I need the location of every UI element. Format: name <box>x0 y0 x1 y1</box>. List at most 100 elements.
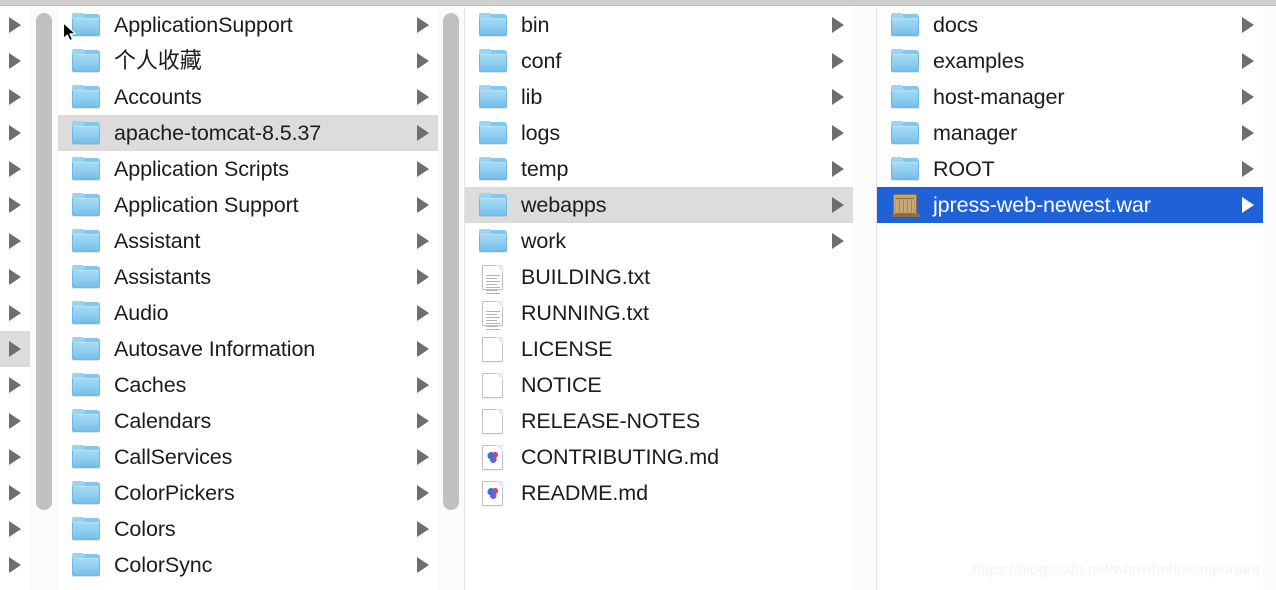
column-apache-tomcat-disclosure-gutter[interactable] <box>823 7 853 590</box>
list-item[interactable]: temp <box>465 151 829 187</box>
list-item[interactable]: NOTICE <box>465 367 829 403</box>
disclosure-triangle-right-icon[interactable] <box>0 511 30 547</box>
disclosure-triangle-right-icon[interactable] <box>823 187 853 223</box>
column-apache-tomcat[interactable]: bin conf lib logs temp webapps work BUILDING.tx… <box>465 7 829 590</box>
column-webapps-scrollbar-gutter[interactable] <box>1263 7 1276 590</box>
disclosure-triangle-right-icon[interactable] <box>0 439 30 475</box>
disclosure-triangle-right-icon[interactable] <box>0 43 30 79</box>
column-apache-tomcat-scrollbar-gutter[interactable] <box>853 7 876 590</box>
disclosure-triangle-right-icon[interactable] <box>823 43 853 79</box>
disclosure-triangle-right-icon[interactable] <box>408 115 438 151</box>
list-item[interactable]: CallServices <box>58 439 437 475</box>
disclosure-triangle-right-icon[interactable] <box>408 475 438 511</box>
disclosure-triangle-right-icon[interactable] <box>0 259 30 295</box>
list-item[interactable]: examples <box>877 43 1257 79</box>
list-item[interactable]: Application Support <box>58 187 437 223</box>
list-item[interactable]: LICENSE <box>465 331 829 367</box>
disclosure-triangle-right-icon[interactable] <box>0 7 30 43</box>
list-item[interactable]: apache-tomcat-8.5.37 <box>58 115 437 151</box>
disclosure-triangle-right-icon[interactable] <box>0 151 30 187</box>
disclosure-triangle-right-icon[interactable] <box>408 439 438 475</box>
disclosure-triangle-right-icon[interactable] <box>823 7 853 43</box>
disclosure-triangle-right-icon[interactable] <box>0 331 30 367</box>
disclosure-triangle-right-icon[interactable] <box>1233 187 1263 223</box>
list-item[interactable]: Application Scripts <box>58 151 437 187</box>
disclosure-triangle-right-icon[interactable] <box>408 151 438 187</box>
list-item[interactable]: Calendars <box>58 403 437 439</box>
list-item[interactable]: Audio <box>58 295 437 331</box>
disclosure-triangle-right-icon[interactable] <box>823 79 853 115</box>
list-item[interactable]: manager <box>877 115 1257 151</box>
list-item[interactable]: bin <box>465 7 829 43</box>
disclosure-triangle-right-icon[interactable] <box>823 223 853 259</box>
folder-icon <box>479 121 507 145</box>
list-item[interactable]: ColorPickers <box>58 475 437 511</box>
disclosure-triangle-right-icon[interactable] <box>408 43 438 79</box>
list-item-label: ColorPickers <box>114 481 235 505</box>
column-webapps-disclosure-gutter[interactable] <box>1233 7 1263 590</box>
disclosure-triangle-right-icon[interactable] <box>408 79 438 115</box>
column-library[interactable]: ApplicationSupport 个人收藏 Accounts apache-tom… <box>58 7 437 590</box>
list-item[interactable]: BUILDING.txt <box>465 259 829 295</box>
column-webapps[interactable]: docs examples host-manager manager ROOT jpres… <box>877 7 1257 590</box>
list-item[interactable]: RUNNING.txt <box>465 295 829 331</box>
list-item[interactable]: host-manager <box>877 79 1257 115</box>
list-item[interactable]: RELEASE-NOTES <box>465 403 829 439</box>
list-item[interactable]: conf <box>465 43 829 79</box>
disclosure-triangle-right-icon[interactable] <box>408 331 438 367</box>
disclosure-triangle-right-icon[interactable] <box>408 295 438 331</box>
folder-icon <box>479 85 507 109</box>
disclosure-triangle-right-icon[interactable] <box>0 295 30 331</box>
column-library-scrollbar-gutter[interactable] <box>438 7 464 590</box>
disclosure-triangle-right-icon[interactable] <box>408 223 438 259</box>
disclosure-triangle-right-icon[interactable] <box>408 367 438 403</box>
disclosure-triangle-right-icon[interactable] <box>823 115 853 151</box>
list-item[interactable]: jpress-web-newest.war <box>877 187 1257 223</box>
column-library-left-scrollbar-gutter[interactable] <box>30 7 58 590</box>
list-item[interactable]: lib <box>465 79 829 115</box>
scrollbar-track-webapps[interactable] <box>1263 7 1276 590</box>
list-item-label: 个人收藏 <box>114 48 202 73</box>
disclosure-triangle-right-icon[interactable] <box>408 7 438 43</box>
scrollbar-thumb-library[interactable] <box>443 13 459 510</box>
disclosure-triangle-right-icon[interactable] <box>0 187 30 223</box>
disclosure-triangle-right-icon[interactable] <box>0 403 30 439</box>
disclosure-triangle-right-icon[interactable] <box>0 79 30 115</box>
scrollbar-thumb-library-left[interactable] <box>36 13 52 510</box>
list-item[interactable]: Assistants <box>58 259 437 295</box>
list-item[interactable]: docs <box>877 7 1257 43</box>
list-item[interactable]: Accounts <box>58 79 437 115</box>
disclosure-triangle-right-icon[interactable] <box>408 187 438 223</box>
disclosure-triangle-right-icon[interactable] <box>1233 151 1263 187</box>
scrollbar-track-apache-tomcat[interactable] <box>853 7 876 590</box>
column-library-disclosure-gutter[interactable] <box>408 7 438 590</box>
list-item[interactable]: webapps <box>465 187 829 223</box>
list-item[interactable]: Colors <box>58 511 437 547</box>
disclosure-triangle-right-icon[interactable] <box>408 259 438 295</box>
disclosure-triangle-right-icon[interactable] <box>823 151 853 187</box>
list-item[interactable]: work <box>465 223 829 259</box>
disclosure-triangle-right-icon[interactable] <box>0 115 30 151</box>
disclosure-triangle-right-icon[interactable] <box>0 475 30 511</box>
disclosure-triangle-right-icon[interactable] <box>1233 79 1263 115</box>
disclosure-triangle-right-icon[interactable] <box>1233 43 1263 79</box>
disclosure-triangle-right-icon[interactable] <box>408 511 438 547</box>
disclosure-triangle-right-icon[interactable] <box>408 403 438 439</box>
disclosure-triangle-right-icon[interactable] <box>1233 115 1263 151</box>
list-item[interactable]: Assistant <box>58 223 437 259</box>
list-item[interactable]: ApplicationSupport <box>58 7 437 43</box>
list-item[interactable]: README.md <box>465 475 829 511</box>
list-item[interactable]: logs <box>465 115 829 151</box>
list-item[interactable]: 个人收藏 <box>58 43 437 79</box>
disclosure-triangle-right-icon[interactable] <box>1233 7 1263 43</box>
disclosure-triangle-right-icon[interactable] <box>0 367 30 403</box>
list-item[interactable]: Autosave Information <box>58 331 437 367</box>
folder-icon <box>479 13 507 37</box>
list-item[interactable]: ROOT <box>877 151 1257 187</box>
list-item[interactable]: CONTRIBUTING.md <box>465 439 829 475</box>
disclosure-triangle-right-icon[interactable] <box>0 223 30 259</box>
list-item[interactable]: ColorSync <box>58 547 437 583</box>
disclosure-triangle-right-icon[interactable] <box>0 547 30 583</box>
disclosure-triangle-right-icon[interactable] <box>408 547 438 583</box>
list-item[interactable]: Caches <box>58 367 437 403</box>
